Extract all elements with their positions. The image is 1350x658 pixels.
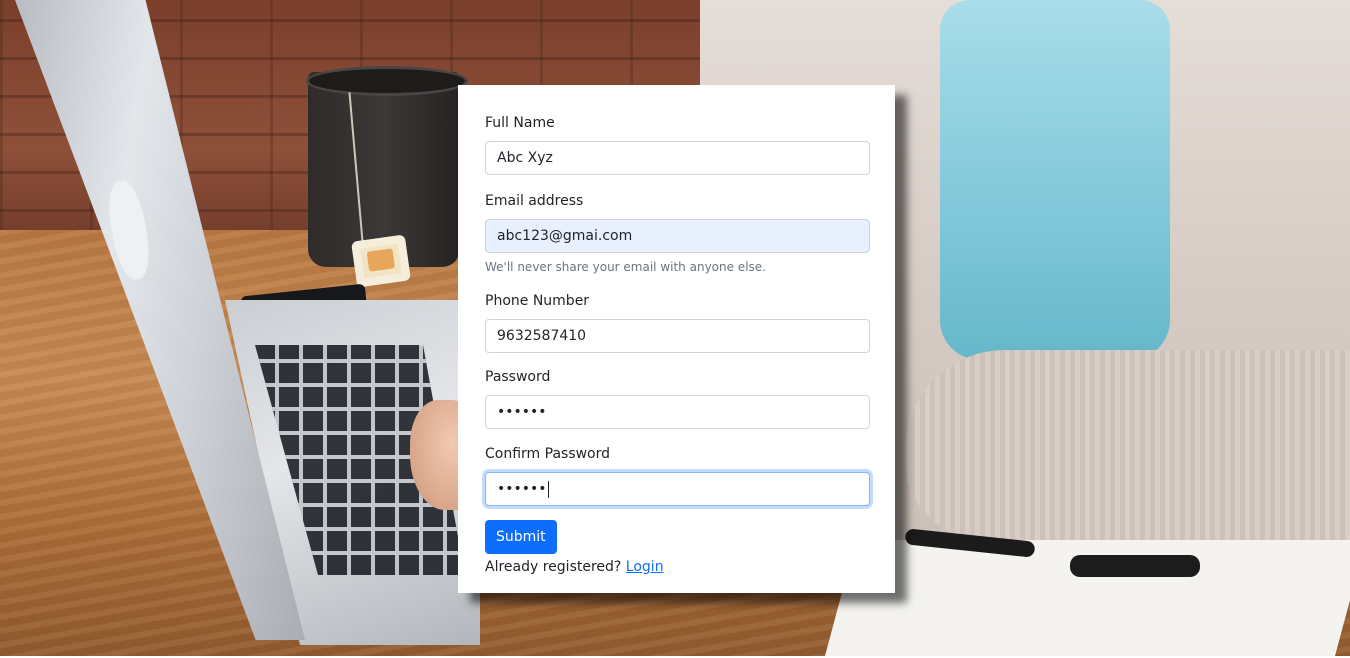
binder-clip bbox=[1070, 555, 1200, 577]
confirm-password-value: •••••• bbox=[497, 481, 547, 497]
text-caret bbox=[547, 480, 549, 498]
password-value: •••••• bbox=[497, 404, 547, 420]
already-registered-text: Already registered? bbox=[485, 559, 622, 575]
password-group: Password •••••• bbox=[485, 367, 870, 429]
tea-tag bbox=[351, 234, 411, 288]
email-value: abc123@gmai.com bbox=[497, 228, 633, 244]
full-name-input[interactable]: Abc Xyz bbox=[485, 141, 870, 175]
email-label: Email address bbox=[485, 193, 584, 209]
phone-input[interactable]: 9632587410 bbox=[485, 319, 870, 353]
phone-value: 9632587410 bbox=[497, 328, 587, 344]
person-arm bbox=[905, 350, 1350, 540]
confirm-password-group: Confirm Password •••••• bbox=[485, 444, 870, 506]
confirm-password-input[interactable]: •••••• bbox=[485, 472, 870, 506]
confirm-password-label: Confirm Password bbox=[485, 446, 611, 462]
phone-group: Phone Number 9632587410 bbox=[485, 291, 870, 353]
registration-form: Full Name Abc Xyz Email address abc123@g… bbox=[458, 85, 895, 593]
login-prompt: Already registered? Login bbox=[485, 557, 869, 577]
password-label: Password bbox=[485, 369, 551, 385]
full-name-label: Full Name bbox=[485, 115, 555, 131]
submit-button[interactable]: Submit bbox=[485, 520, 557, 554]
full-name-group: Full Name Abc Xyz bbox=[485, 113, 870, 175]
phone-label: Phone Number bbox=[485, 293, 590, 309]
password-input[interactable]: •••••• bbox=[485, 395, 870, 429]
full-name-value: Abc Xyz bbox=[497, 150, 553, 166]
person-shirt bbox=[940, 0, 1170, 360]
email-help-text: We'll never share your email with anyone… bbox=[485, 260, 766, 274]
email-group: Email address abc123@gmai.com We'll neve… bbox=[485, 191, 870, 275]
login-link[interactable]: Login bbox=[626, 559, 664, 575]
email-input[interactable]: abc123@gmai.com bbox=[485, 219, 870, 253]
